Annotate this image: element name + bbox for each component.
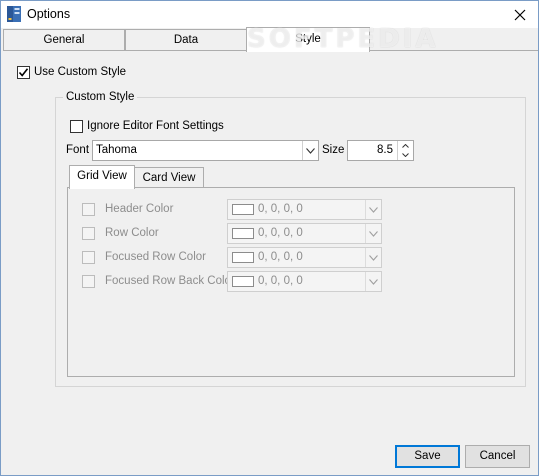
size-label: Size [322, 144, 345, 156]
chevron-down-icon [369, 206, 378, 213]
ignore-editor-font-label[interactable]: Ignore Editor Font Settings [87, 120, 224, 132]
tab-style[interactable]: Style [246, 27, 370, 52]
tab-grid-view[interactable]: Grid View [69, 165, 135, 189]
options-dialog: Options General Data Style SOFTPEDIA Use… [0, 0, 539, 476]
row-color-dropdown[interactable] [365, 224, 381, 243]
title-bar: Options [1, 1, 538, 28]
focused-row-back-color-checkbox[interactable] [82, 275, 95, 288]
chevron-down-icon [306, 147, 315, 154]
focused-row-color-label: Focused Row Color [105, 251, 206, 263]
row-color-checkbox[interactable] [82, 227, 95, 240]
font-value: Tahoma [96, 144, 137, 156]
font-combobox[interactable]: Tahoma [92, 140, 319, 161]
size-value: 8.5 [377, 144, 393, 156]
header-color-value: 0, 0, 0, 0 [258, 203, 303, 215]
tab-data[interactable]: Data [125, 29, 247, 51]
header-color-label: Header Color [105, 203, 174, 215]
size-spinner[interactable]: 8.5 [347, 140, 414, 161]
row-color-picker[interactable]: 0, 0, 0, 0 [227, 223, 382, 244]
color-swatch [232, 204, 254, 215]
focused-row-color-checkbox[interactable] [82, 251, 95, 264]
focused-row-back-color-label: Focused Row Back Color [105, 275, 235, 287]
checkmark-icon [18, 68, 29, 77]
tab-general[interactable]: General [3, 29, 125, 51]
chevron-up-icon [402, 143, 409, 148]
focused-row-color-dropdown[interactable] [365, 248, 381, 267]
color-swatch [232, 252, 254, 263]
size-down-button[interactable] [398, 150, 413, 159]
color-swatch [232, 276, 254, 287]
chevron-down-icon [369, 230, 378, 237]
tab-card-view[interactable]: Card View [134, 167, 204, 189]
ignore-editor-font-checkbox[interactable] [70, 120, 83, 133]
save-button[interactable]: Save [395, 445, 460, 468]
cancel-button[interactable]: Cancel [465, 445, 530, 468]
custom-style-group-title: Custom Style [63, 91, 138, 103]
font-dropdown-button[interactable] [302, 141, 318, 160]
chevron-down-icon [369, 254, 378, 261]
row-color-value: 0, 0, 0, 0 [258, 227, 303, 239]
color-swatch [232, 228, 254, 239]
app-icon [7, 6, 21, 22]
header-color-dropdown[interactable] [365, 200, 381, 219]
close-icon [514, 9, 526, 20]
close-button[interactable] [502, 1, 538, 28]
use-custom-style-label[interactable]: Use Custom Style [34, 66, 126, 78]
focused-row-back-color-picker[interactable]: 0, 0, 0, 0 [227, 271, 382, 292]
options-tabs: General Data Style [3, 27, 538, 52]
focused-row-back-color-dropdown[interactable] [365, 272, 381, 291]
focused-row-color-value: 0, 0, 0, 0 [258, 251, 303, 263]
font-label: Font [66, 144, 90, 156]
size-up-button[interactable] [398, 141, 413, 150]
header-color-picker[interactable]: 0, 0, 0, 0 [227, 199, 382, 220]
use-custom-style-checkbox[interactable] [17, 66, 30, 79]
focused-row-back-color-value: 0, 0, 0, 0 [258, 275, 303, 287]
chevron-down-icon [369, 278, 378, 285]
size-spinner-buttons [397, 141, 413, 160]
row-color-label: Row Color [105, 227, 159, 239]
chevron-down-icon [402, 152, 409, 157]
focused-row-color-picker[interactable]: 0, 0, 0, 0 [227, 247, 382, 268]
window-title: Options [27, 7, 71, 21]
header-color-checkbox[interactable] [82, 203, 95, 216]
